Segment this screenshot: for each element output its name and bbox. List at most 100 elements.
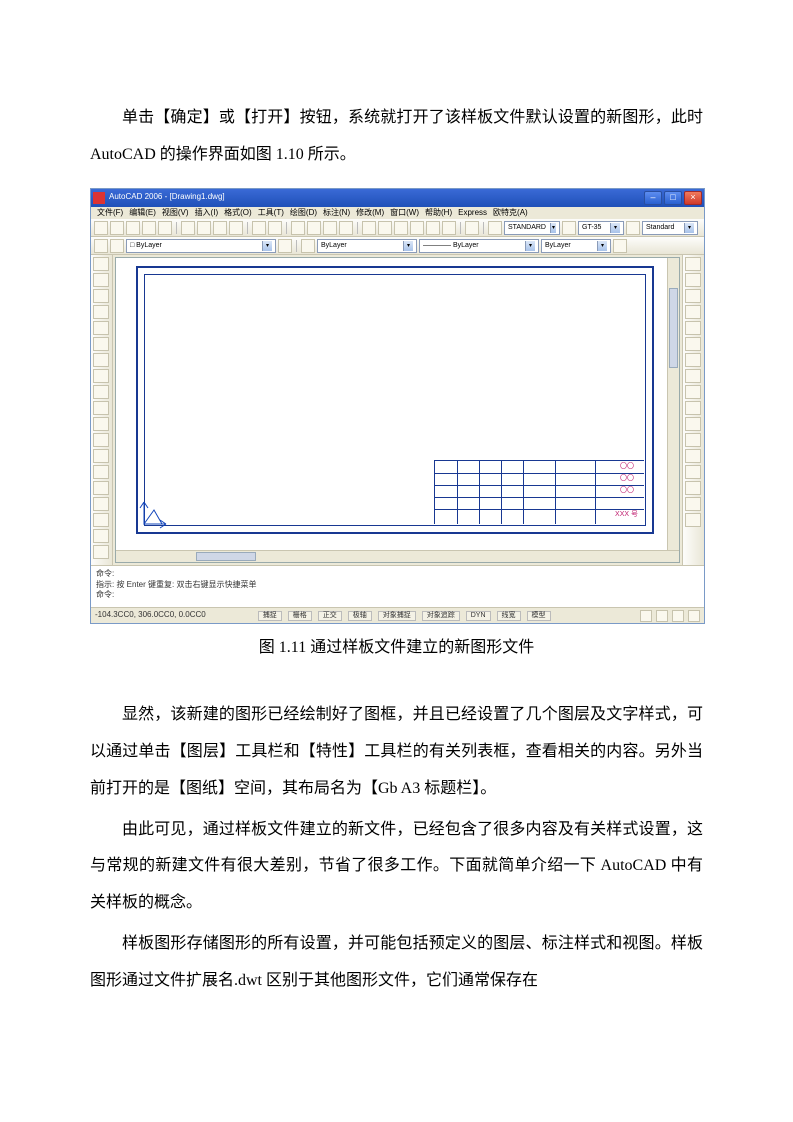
scale-icon[interactable] <box>685 369 701 383</box>
rotate-icon[interactable] <box>685 353 701 367</box>
copy-obj-icon[interactable] <box>685 273 701 287</box>
markup-icon[interactable] <box>426 221 440 235</box>
explode-icon[interactable] <box>685 513 701 527</box>
make-block-icon[interactable] <box>93 449 109 463</box>
lineweight-combo[interactable]: ByLayer▾ <box>541 239 611 253</box>
mtext-icon[interactable] <box>93 545 109 559</box>
save-icon[interactable] <box>126 221 140 235</box>
tablestyle-icon[interactable] <box>626 221 640 235</box>
command-window[interactable]: 命令: 指示: 按 Enter 键重复: 双击右键显示快捷菜单 命令: <box>91 565 704 607</box>
offset-icon[interactable] <box>685 305 701 319</box>
extend-icon[interactable] <box>685 417 701 431</box>
preview-icon[interactable] <box>158 221 172 235</box>
textstyle-icon[interactable] <box>488 221 502 235</box>
layer-mgr-icon[interactable] <box>94 239 108 253</box>
tray-clean-icon[interactable] <box>672 610 684 622</box>
cut-icon[interactable] <box>181 221 195 235</box>
trim-icon[interactable] <box>685 401 701 415</box>
circle-icon[interactable] <box>93 353 109 367</box>
dimstyle-icon[interactable] <box>562 221 576 235</box>
break-icon[interactable] <box>685 449 701 463</box>
line-icon[interactable] <box>93 257 109 271</box>
menu-item[interactable]: 绘图(D) <box>290 209 317 218</box>
print-icon[interactable] <box>142 221 156 235</box>
break-pt-icon[interactable] <box>685 433 701 447</box>
zoom-win-icon[interactable] <box>323 221 337 235</box>
gradient-icon[interactable] <box>93 497 109 511</box>
pline-icon[interactable] <box>93 289 109 303</box>
menu-item[interactable]: 编辑(E) <box>129 209 156 218</box>
ellipse-icon[interactable] <box>93 401 109 415</box>
dimstyle-combo[interactable]: GT-35▾ <box>578 221 624 235</box>
point-icon[interactable] <box>93 465 109 479</box>
tablestyle-combo[interactable]: Standard▾ <box>642 221 698 235</box>
status-lwt[interactable]: 线宽 <box>497 611 521 621</box>
pan-icon[interactable] <box>291 221 305 235</box>
zoom-prev-icon[interactable] <box>339 221 353 235</box>
menu-item[interactable]: 欧特克(A) <box>493 209 528 218</box>
status-model[interactable]: 模型 <box>527 611 551 621</box>
textstyle-combo[interactable]: STANDARD▾ <box>504 221 560 235</box>
calc-icon[interactable] <box>442 221 456 235</box>
open-icon[interactable] <box>110 221 124 235</box>
erase-icon[interactable] <box>685 257 701 271</box>
status-dyn[interactable]: DYN <box>466 611 491 621</box>
menu-item[interactable]: 插入(I) <box>195 209 219 218</box>
chamfer-icon[interactable] <box>685 481 701 495</box>
scrollbar-thumb[interactable] <box>669 288 678 368</box>
color-combo[interactable]: ByLayer▾ <box>317 239 417 253</box>
tray-max-icon[interactable] <box>688 610 700 622</box>
minimize-button[interactable]: – <box>644 191 662 205</box>
layer-prev-icon[interactable] <box>278 239 292 253</box>
menu-item[interactable]: 工具(T) <box>258 209 284 218</box>
mirror-icon[interactable] <box>685 289 701 303</box>
menu-item[interactable]: Express <box>458 209 487 218</box>
revcloud-icon[interactable] <box>93 369 109 383</box>
drawing-canvas[interactable]: 〇〇 〇〇 〇〇 XXX 号 ◀▶ 模型 布局1 布局2 <box>115 257 680 563</box>
plotstyle-icon[interactable] <box>613 239 627 253</box>
move-icon[interactable] <box>685 337 701 351</box>
menu-item[interactable]: 窗口(W) <box>390 209 419 218</box>
new-icon[interactable] <box>94 221 108 235</box>
maximize-button[interactable]: □ <box>664 191 682 205</box>
close-button[interactable]: × <box>684 191 702 205</box>
xline-icon[interactable] <box>93 273 109 287</box>
paste-icon[interactable] <box>213 221 227 235</box>
scrollbar-thumb[interactable] <box>196 552 256 561</box>
arc-icon[interactable] <box>93 337 109 351</box>
stretch-icon[interactable] <box>685 385 701 399</box>
insert-block-icon[interactable] <box>93 433 109 447</box>
table-icon[interactable] <box>93 529 109 543</box>
menu-item[interactable]: 标注(N) <box>323 209 350 218</box>
layer-combo[interactable]: □ ByLayer▾ <box>126 239 276 253</box>
color-icon[interactable] <box>301 239 315 253</box>
status-grid[interactable]: 栅格 <box>288 611 312 621</box>
ellipse-arc-icon[interactable] <box>93 417 109 431</box>
status-ortho[interactable]: 正交 <box>318 611 342 621</box>
scrollbar-horizontal[interactable] <box>116 550 679 562</box>
menu-item[interactable]: 格式(O) <box>224 209 252 218</box>
scrollbar-vertical[interactable] <box>667 258 679 550</box>
menu-item[interactable]: 帮助(H) <box>425 209 452 218</box>
tray-lock-icon[interactable] <box>656 610 668 622</box>
menu-item[interactable]: 文件(F) <box>97 209 123 218</box>
zoom-rt-icon[interactable] <box>307 221 321 235</box>
redo-icon[interactable] <box>268 221 282 235</box>
linetype-combo[interactable]: ———— ByLayer▾ <box>419 239 539 253</box>
status-polar[interactable]: 极轴 <box>348 611 372 621</box>
copy-icon[interactable] <box>197 221 211 235</box>
status-otrack[interactable]: 对象追踪 <box>422 611 460 621</box>
fillet-icon[interactable] <box>685 497 701 511</box>
join-icon[interactable] <box>685 465 701 479</box>
matchprop-icon[interactable] <box>229 221 243 235</box>
undo-icon[interactable] <box>252 221 266 235</box>
polygon-icon[interactable] <box>93 305 109 319</box>
comm-icon[interactable] <box>640 610 652 622</box>
hatch-icon[interactable] <box>93 481 109 495</box>
status-osnap[interactable]: 对象捕捉 <box>378 611 416 621</box>
rectangle-icon[interactable] <box>93 321 109 335</box>
menu-item[interactable]: 视图(V) <box>162 209 189 218</box>
spline-icon[interactable] <box>93 385 109 399</box>
ssm-icon[interactable] <box>410 221 424 235</box>
menu-item[interactable]: 修改(M) <box>356 209 384 218</box>
